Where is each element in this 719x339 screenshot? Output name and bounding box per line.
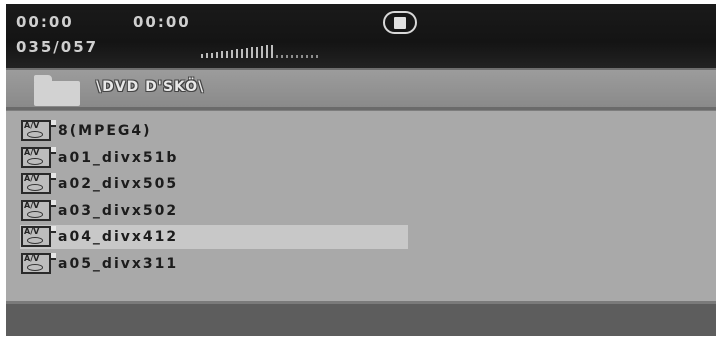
file-item[interactable]: A/V a02_divx505 <box>20 172 408 196</box>
av-icon-label: A/V <box>24 147 40 157</box>
file-name: a04_divx412 <box>58 229 179 246</box>
progress-tick <box>286 55 288 58</box>
av-icon-label: A/V <box>24 254 40 263</box>
file-name: a05_divx311 <box>58 256 179 272</box>
progress-tick <box>316 55 318 58</box>
progress-tick <box>236 49 238 58</box>
progress-tick <box>206 53 208 58</box>
progress-tick <box>271 44 273 58</box>
av-file-icon: A/V <box>20 120 56 142</box>
av-icon-label: A/V <box>24 174 40 184</box>
progress-tick <box>311 55 313 58</box>
file-name: a03_divx502 <box>58 202 179 219</box>
progress-tick <box>281 55 283 58</box>
progress-tick <box>246 48 248 58</box>
file-list: A/V 8(MPEG4) A/V a01_divx51b A/V a02_divx505 A… <box>6 111 716 301</box>
av-file-icon: A/V <box>20 146 56 169</box>
elapsed-time: 00:00 <box>16 13 74 31</box>
progress-tick <box>221 51 223 58</box>
progress-tick <box>291 55 293 58</box>
progress-tick <box>201 54 203 58</box>
total-time: 00:00 <box>133 13 191 31</box>
progress-tick <box>266 45 268 58</box>
status-bar: 00:00 00:00 035/057 <box>6 4 716 68</box>
file-item[interactable]: A/V a03_divx502 <box>20 199 408 223</box>
av-file-icon: A/V <box>20 253 56 275</box>
dvd-player-screen: 00:00 00:00 035/057 \DVD D'SKÖ\ A/V 8(MPE… <box>6 4 716 336</box>
file-item[interactable]: A/V a05_divx311 <box>20 252 408 276</box>
file-item[interactable]: A/V a04_divx412 <box>20 225 408 250</box>
progress-tick <box>306 55 308 58</box>
progress-tick <box>241 48 243 58</box>
av-file-icon: A/V <box>20 199 56 222</box>
current-path: \DVD D'SKÖ\ <box>96 79 205 95</box>
av-icon-label: A/V <box>24 200 40 210</box>
progress-tick <box>276 55 278 58</box>
progress-tick <box>301 55 303 58</box>
progress-tick <box>231 50 233 58</box>
progress-tick <box>251 47 253 58</box>
footer-bar <box>6 301 716 336</box>
track-counter: 035/057 <box>16 38 99 56</box>
av-icon-label: A/V <box>24 121 40 130</box>
progress-tick <box>256 46 258 58</box>
progress-tick <box>211 52 213 58</box>
av-file-icon: A/V <box>20 173 56 195</box>
progress-tick <box>226 50 228 58</box>
av-icon-label: A/V <box>24 227 40 237</box>
progress-tick <box>216 52 218 58</box>
folder-icon <box>34 75 80 106</box>
stop-icon[interactable] <box>383 11 417 34</box>
progress-tick <box>261 46 263 58</box>
file-name: a01_divx51b <box>58 149 179 166</box>
file-item[interactable]: A/V a01_divx51b <box>20 146 408 170</box>
av-file-icon: A/V <box>20 226 56 248</box>
file-name: a02_divx505 <box>58 176 179 193</box>
progress-tick <box>296 55 298 58</box>
progress-indicator <box>201 38 318 58</box>
file-item[interactable]: A/V 8(MPEG4) <box>20 119 408 143</box>
file-name: 8(MPEG4) <box>58 123 152 139</box>
path-bar: \DVD D'SKÖ\ <box>6 68 716 110</box>
